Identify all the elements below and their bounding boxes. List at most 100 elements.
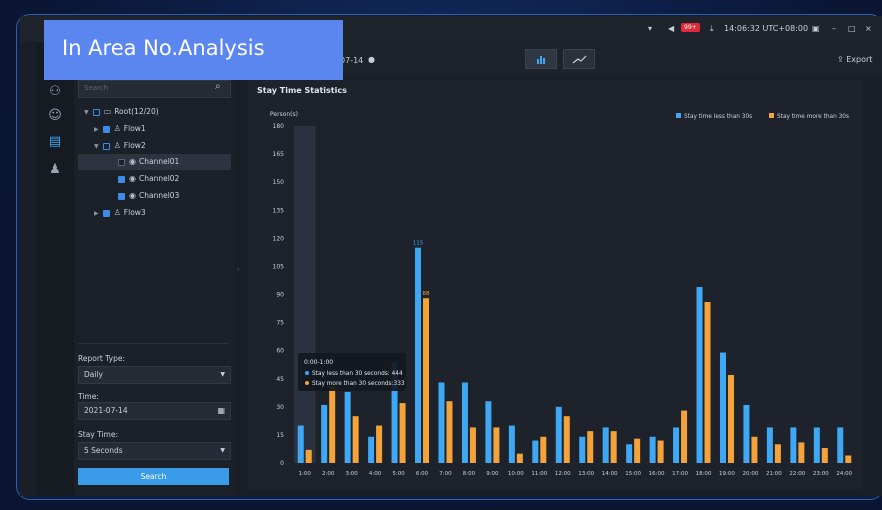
bar-more-15:00 [634,438,641,463]
bar-less-24:00 [837,427,844,463]
x-tick-label: 12:00 [555,471,571,477]
clock-time: 14:06:32 UTC+08:00 [724,24,809,33]
bar-more-3:00 [352,416,359,463]
line-chart-icon [572,55,587,64]
bar-less-9:00 [485,401,492,463]
tree-node-channel02[interactable]: ◉ Channel02 [118,171,179,187]
y-tick-label: 30 [276,404,284,411]
y-tick-label: 0 [280,460,284,467]
x-tick-label: 23:00 [813,471,829,477]
legend-swatch [769,113,774,118]
x-tick-label: 24:00 [836,471,852,477]
y-tick-label: 120 [273,235,285,242]
calendar-icon: ▦ [217,406,225,415]
speaker-icon[interactable]: ◀ [668,24,674,33]
bar-less-22:00 [790,427,797,463]
x-tick-label: 19:00 [719,471,735,477]
bar-less-20:00 [743,404,750,463]
splitter-handle[interactable]: › [237,266,239,273]
bar-more-19:00 [727,375,734,463]
export-icon: ⇪ [837,55,847,64]
bar-less-16:00 [649,436,656,463]
x-tick-label: 4:00 [369,471,382,477]
camera-icon: ◉ [129,174,136,183]
y-tick-label: 165 [273,151,285,158]
x-tick-label: 16:00 [649,471,665,477]
bar-more-16:00 [657,440,664,463]
y-tick-label: 75 [276,320,284,327]
bar-less-8:00 [461,382,468,463]
time-date-picker[interactable]: 2021-07-14 ▦ [78,402,231,420]
close-icon[interactable]: × [865,24,872,33]
x-tick-label: 15:00 [625,471,641,477]
bar-more-21:00 [774,444,781,463]
tree-node-channel03[interactable]: ◉ Channel03 [118,188,179,204]
stay-time-select[interactable]: 5 Seconds ▼ [78,442,231,460]
tree-node-flow2[interactable]: ▼ ♙ Flow2 [94,138,146,154]
flow-icon: ♙ [113,141,121,150]
x-tick-label: 2:00 [322,471,335,477]
search-icon[interactable]: ⌕ [215,81,221,92]
x-tick-label: 1:00 [299,471,312,477]
notification-badge[interactable]: 99+ [681,23,700,32]
x-tick-label: 6:00 [416,471,429,477]
y-tick-label: 90 [276,292,284,299]
camera-icon: ◉ [129,191,136,200]
bar-less-15:00 [626,444,633,463]
report-icon[interactable]: ▤ [47,134,63,150]
bar-less-21:00 [766,427,773,463]
bar-more-18:00 [704,301,711,463]
bar-more-9:00 [493,427,500,463]
user-group-icon[interactable]: ♟ [47,162,63,178]
legend-swatch [676,113,681,118]
bar-more-10:00 [516,453,523,463]
tree-node-flow3[interactable]: ▶ ♙ Flow3 [94,205,146,221]
search-placeholder: Search [84,84,109,92]
x-tick-label: 22:00 [789,471,805,477]
maximize-icon[interactable]: □ [848,24,856,33]
tree-node-flow1[interactable]: ▶ ♙ Flow1 [94,121,146,137]
chevron-down-icon: ▼ [220,447,225,454]
tree-node-channel01[interactable]: ◉ Channel01 [78,154,231,170]
download-icon[interactable]: ⤓ [710,24,714,34]
y-axis-label: Person(s) [270,111,298,118]
y-tick-label: 105 [273,263,285,270]
x-tick-label: 13:00 [578,471,594,477]
bar-more-4:00 [376,425,383,463]
lock-icon[interactable]: ▣ [812,24,820,33]
filter-icon[interactable]: ▾ [648,24,652,33]
people-flow-icon[interactable]: ⚇ [47,84,63,100]
x-tick-label: 17:00 [672,471,688,477]
face-icon[interactable]: ☺ [47,108,63,124]
y-tick-label: 150 [273,179,285,186]
y-tick-label: 15 [276,432,284,439]
legend-label: Stay time more than 30s [777,114,849,120]
bar-less-23:00 [813,427,820,463]
data-label: 115 [413,241,424,247]
tooltip-line: Stay more than 30 seconds:333 [312,381,405,387]
minimize-icon[interactable]: – [832,24,836,33]
hover-band [294,126,316,463]
report-type-select[interactable]: Daily ▼ [78,366,231,384]
bar-less-13:00 [579,436,586,463]
search-button[interactable]: Search [78,468,229,485]
bar-more-20:00 [751,436,758,463]
bar-more-5:00 [399,403,406,463]
tree-node-root[interactable]: ▼ ▭ Root(12/20) [84,104,159,120]
tooltip-marker [305,381,309,385]
x-tick-label: 10:00 [508,471,524,477]
data-label: 88 [423,291,430,297]
y-tick-label: 180 [273,123,285,130]
line-chart-toggle[interactable] [563,49,595,69]
x-tick-label: 3:00 [345,471,358,477]
info-icon[interactable]: ● [368,55,375,64]
report-type-label: Report Type: [78,354,125,363]
tooltip-title: 0:00-1:00 [304,359,333,366]
banner-title: In Area No.Analysis [62,36,265,60]
export-button[interactable]: ⇪ Export [837,55,872,64]
bar-more-7:00 [446,401,453,463]
date-fragment: 07-14 [340,56,364,65]
bar-more-13:00 [587,431,594,463]
bar-chart-toggle[interactable] [525,49,557,69]
bar-less-18:00 [696,287,703,463]
